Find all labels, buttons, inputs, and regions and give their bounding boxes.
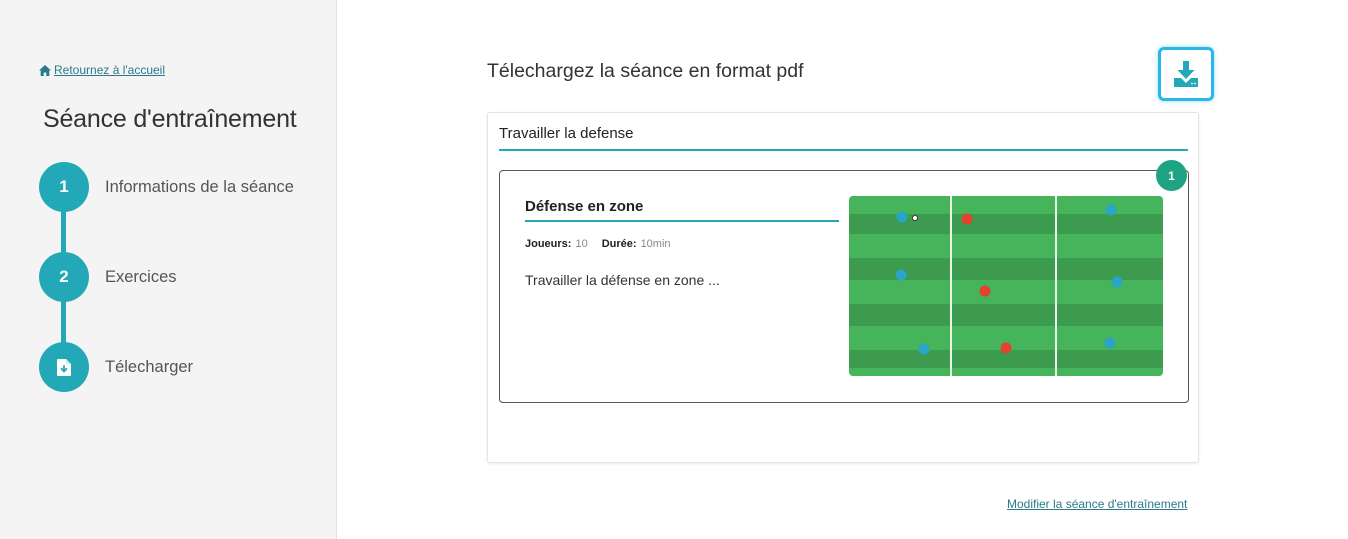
home-link[interactable]: Retournez à l'accueil xyxy=(39,63,165,77)
step-telecharger[interactable]: Télecharger xyxy=(39,342,193,392)
exercise-title: Défense en zone xyxy=(525,198,839,222)
step-label: Télecharger xyxy=(105,357,194,376)
sidebar-title: Séance d'entraînement xyxy=(43,105,297,133)
step-exercices[interactable]: 2 Exercices xyxy=(39,252,177,302)
session-panel: Travailler la defense 1 Défense en zone … xyxy=(487,112,1199,463)
player-red xyxy=(1000,342,1012,354)
home-link-label: Retournez à l'accueil xyxy=(54,63,166,77)
duration-value: 10min xyxy=(640,238,671,250)
step-number: 2 xyxy=(39,252,89,302)
player-blue xyxy=(1111,276,1123,288)
exercise-description: Travailler la défense en zone ... xyxy=(525,272,720,288)
player-blue xyxy=(1105,204,1117,216)
pitch-svg xyxy=(849,196,1163,376)
sidebar: Retournez à l'accueil Séance d'entraînem… xyxy=(0,0,337,539)
duration-label: Durée: xyxy=(601,238,637,250)
pitch-diagram xyxy=(849,196,1163,376)
step-informations[interactable]: 1 Informations de la séance xyxy=(39,162,294,212)
session-title: Travailler la defense xyxy=(499,125,1188,151)
player-blue xyxy=(918,343,930,355)
download-pdf-button[interactable] xyxy=(1158,47,1214,101)
file-download-icon xyxy=(57,358,71,376)
player-red xyxy=(961,213,973,225)
exercise-meta: Joueurs: 10 Durée: 10min xyxy=(525,238,681,250)
edit-session-link[interactable]: Modifier la séance d'entraînement xyxy=(1007,497,1187,511)
page-title: Télechargez la séance en format pdf xyxy=(487,60,804,82)
home-icon xyxy=(39,64,51,76)
exercise-number-badge: 1 xyxy=(1156,160,1187,191)
player-red xyxy=(979,285,991,297)
player-blue xyxy=(896,211,908,223)
step-label: Exercices xyxy=(105,267,177,286)
player-blue xyxy=(895,269,907,281)
exercise-card: 1 Défense en zone Joueurs: 10 Durée: 10m… xyxy=(499,160,1189,403)
players-value: 10 xyxy=(575,238,588,250)
player-blue xyxy=(1104,337,1116,349)
step-label: Informations de la séance xyxy=(105,177,294,196)
download-icon xyxy=(1174,61,1198,87)
players-label: Joueurs: xyxy=(525,238,572,250)
step-number: 1 xyxy=(39,162,89,212)
ball-icon xyxy=(912,214,919,221)
